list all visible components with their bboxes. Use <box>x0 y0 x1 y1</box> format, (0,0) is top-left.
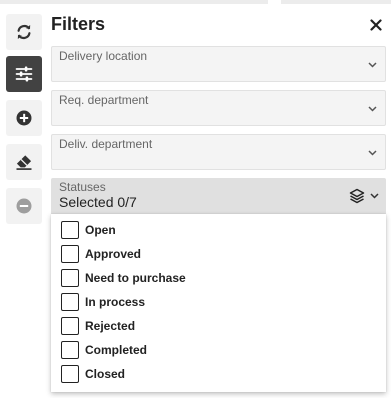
left-toolbar <box>0 0 48 398</box>
delivery-location-label: Delivery location <box>59 49 148 63</box>
statuses-select[interactable]: Statuses Selected 0/7 <box>51 178 386 214</box>
checkbox[interactable] <box>61 293 79 311</box>
eraser-icon <box>16 155 32 170</box>
checkbox[interactable] <box>61 341 79 359</box>
refresh-icon <box>17 24 31 40</box>
refresh-button[interactable] <box>6 14 42 50</box>
chevron-down-icon <box>368 150 377 156</box>
close-button[interactable] <box>366 15 386 35</box>
status-option-need-to-purchase[interactable]: Need to purchase <box>51 266 386 290</box>
statuses-dropdown: Open Approved Need to purchase In proces… <box>51 214 386 392</box>
statuses-value: Selected 0/7 <box>59 194 137 210</box>
option-label: Open <box>85 223 116 237</box>
statuses-label: Statuses <box>59 180 106 194</box>
clear-button[interactable] <box>6 144 42 180</box>
add-circle-icon <box>16 110 32 126</box>
option-label: In process <box>85 295 146 309</box>
option-label: Completed <box>85 343 148 357</box>
option-label: Approved <box>85 247 142 261</box>
checkbox[interactable] <box>61 245 79 263</box>
status-option-rejected[interactable]: Rejected <box>51 314 386 338</box>
option-label: Rejected <box>85 319 136 333</box>
layers-icon[interactable] <box>349 188 365 204</box>
option-label: Need to purchase <box>85 271 186 285</box>
chevron-down-icon <box>368 106 377 112</box>
status-option-approved[interactable]: Approved <box>51 242 386 266</box>
status-option-closed[interactable]: Closed <box>51 362 386 386</box>
status-option-completed[interactable]: Completed <box>51 338 386 362</box>
deliv-department-label: Deliv. department <box>59 137 153 151</box>
sliders-icon <box>15 66 33 82</box>
remove-circle-icon <box>16 198 32 214</box>
option-label: Closed <box>85 367 126 381</box>
req-department-select[interactable]: Req. department <box>51 90 386 126</box>
panel-title: Filters <box>51 14 106 34</box>
top-divider-right <box>281 0 391 4</box>
deliv-department-select[interactable]: Deliv. department <box>51 134 386 170</box>
filters-button[interactable] <box>6 56 42 92</box>
checkbox[interactable] <box>61 221 79 239</box>
req-department-label: Req. department <box>59 93 149 107</box>
status-option-in-process[interactable]: In process <box>51 290 386 314</box>
remove-button[interactable] <box>6 188 42 224</box>
chevron-down-icon <box>370 193 379 199</box>
delivery-location-select[interactable]: Delivery location <box>51 46 386 82</box>
close-icon <box>370 19 382 31</box>
status-option-open[interactable]: Open <box>51 218 386 242</box>
checkbox[interactable] <box>61 269 79 287</box>
checkbox[interactable] <box>61 317 79 335</box>
add-button[interactable] <box>6 100 42 136</box>
chevron-down-icon <box>368 62 377 68</box>
checkbox[interactable] <box>61 365 79 383</box>
